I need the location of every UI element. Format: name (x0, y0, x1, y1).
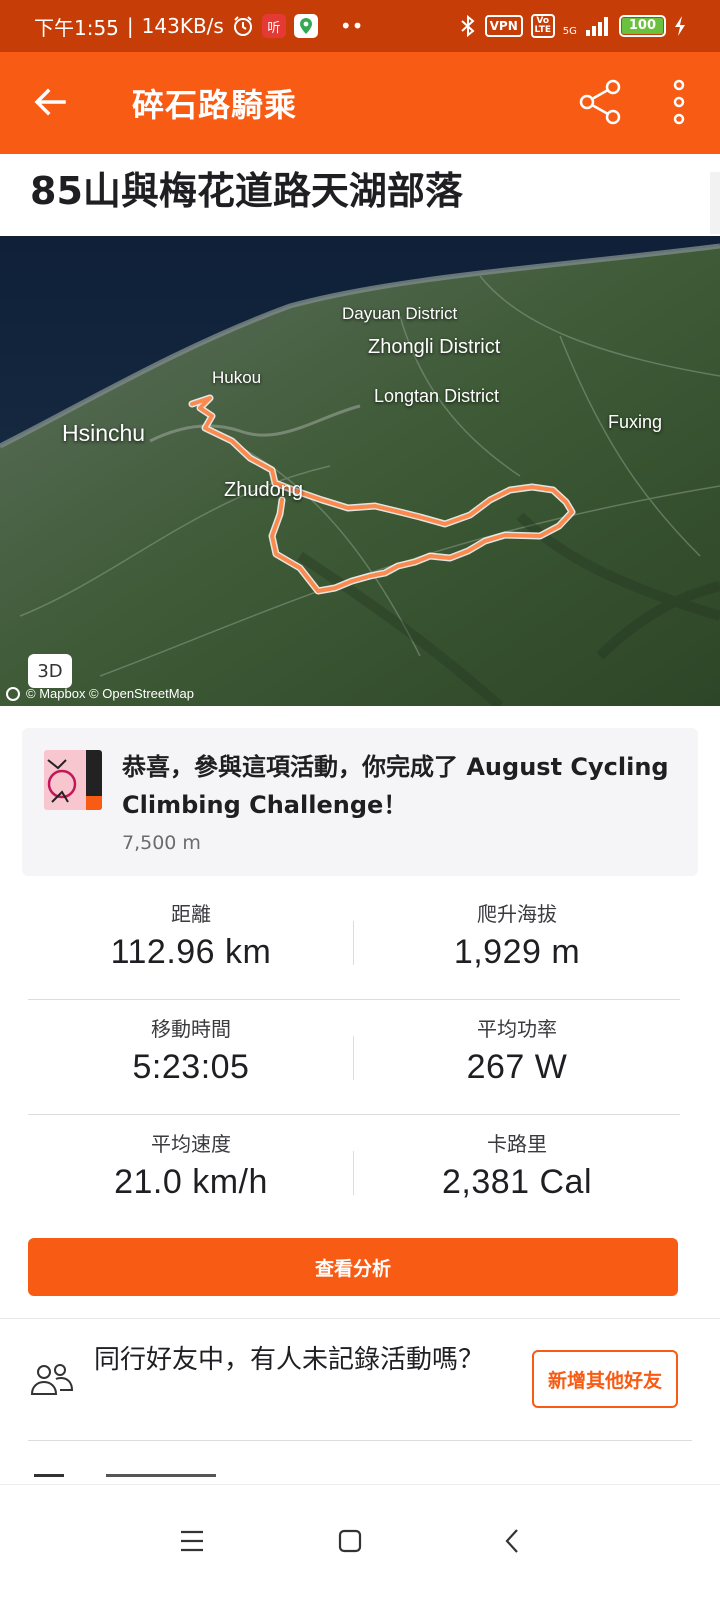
mapbox-logo-icon (6, 686, 20, 701)
scroll-indicator (710, 172, 720, 234)
badge-orange (86, 796, 102, 810)
system-nav-bar (0, 1484, 720, 1600)
battery-icon: 100 (618, 15, 666, 37)
partial-list-item[interactable] (30, 1470, 690, 1484)
signal-5g-label: 5G (562, 26, 577, 37)
map-label-zhudong: Zhudong (224, 479, 303, 501)
activity-title: 85山與梅花道路天湖部落 (30, 169, 463, 213)
stat-avg-speed: 平均速度 21.0 km/h (28, 1129, 354, 1202)
challenge-badge-icon (44, 750, 102, 810)
stats-grid: 距離 112.96 km 爬升海拔 1,929 m 移動時間 5:23:05 平… (28, 885, 680, 1230)
stats-row: 移動時間 5:23:05 平均功率 267 W (28, 1000, 680, 1115)
map-label-longtan: Longtan District (374, 386, 500, 406)
friends-prompt-text: 同行好友中，有人未記錄活動嗎？ (94, 1345, 485, 1375)
status-bar: 下午1:55 | 143KB/s 听 •• VPN Vo LTE 5G 100 (0, 0, 720, 52)
page-title: 碎石路騎乘 (132, 86, 298, 124)
vpn-icon: VPN (484, 15, 523, 37)
stat-distance: 距離 112.96 km (28, 899, 354, 972)
status-more-dots: •• (339, 14, 364, 38)
battery-level: 100 (621, 18, 663, 34)
stat-label: 平均功率 (477, 1017, 557, 1041)
status-time: 下午1:55 (34, 15, 119, 40)
challenge-subtitle: 7,500 m (122, 832, 201, 854)
add-friends-button[interactable]: 新增其他好友 (532, 1350, 678, 1408)
stat-label: 爬升海拔 (477, 902, 557, 926)
app-bar: 碎石路騎乘 (0, 52, 720, 154)
stat-value: 1,929 m (453, 933, 581, 971)
home-icon[interactable] (320, 1511, 380, 1571)
stats-row: 距離 112.96 km 爬升海拔 1,929 m (28, 885, 680, 1000)
map-label-zhongli: Zhongli District (368, 336, 501, 358)
stat-elevation: 爬升海拔 1,929 m (354, 899, 680, 972)
map-attribution[interactable]: © Mapbox © OpenStreetMap (6, 686, 194, 701)
divider (0, 1318, 720, 1319)
charging-icon (674, 15, 686, 37)
map-label-hsinchu: Hsinchu (62, 420, 146, 446)
map-3d-toggle[interactable]: 3D (28, 654, 72, 688)
map-label-hukou: Hukou (212, 368, 262, 387)
view-analysis-button[interactable]: 查看分析 (28, 1238, 678, 1296)
stat-value: 2,381 Cal (441, 1163, 593, 1201)
route-map[interactable]: Dayuan District Zhongli District Hukou L… (0, 236, 720, 706)
partial-item-text (106, 1474, 216, 1484)
map-label-fuxing: Fuxing (608, 412, 663, 432)
stat-avg-power: 平均功率 267 W (354, 1014, 680, 1087)
stat-value: 112.96 km (110, 933, 272, 971)
partial-item-icon (34, 1474, 64, 1484)
stat-label: 移動時間 (151, 1017, 231, 1041)
attribution-text: © Mapbox © OpenStreetMap (26, 686, 195, 701)
arrow-left-icon[interactable] (30, 82, 70, 122)
stat-value: 5:23:05 (132, 1048, 250, 1086)
challenge-card[interactable]: 恭喜，參與這項活動，你完成了 August Cycling Climbing C… (22, 728, 698, 876)
friends-icon (30, 1362, 74, 1398)
stat-value: 21.0 km/h (114, 1163, 268, 1201)
maps-app-icon (293, 14, 318, 38)
share-icon[interactable] (578, 78, 626, 126)
more-vertical-icon[interactable] (664, 78, 694, 126)
back-nav-icon[interactable] (482, 1511, 542, 1571)
stat-moving-time: 移動時間 5:23:05 (28, 1014, 354, 1087)
map-label-dayuan: Dayuan District (342, 304, 458, 323)
divider (28, 1440, 692, 1441)
listen-app-icon: 听 (261, 14, 286, 38)
stats-row: 平均速度 21.0 km/h 卡路里 2,381 Cal (28, 1115, 680, 1230)
bluetooth-icon (459, 14, 477, 38)
signal-bars-icon (585, 16, 611, 36)
network-speed: 143KB/s (141, 14, 224, 38)
menu-icon[interactable] (162, 1511, 222, 1571)
volte-icon: Vo LTE (530, 14, 555, 38)
challenge-text: 恭喜，參與這項活動，你完成了 August Cycling Climbing C… (122, 753, 669, 819)
status-separator: | (126, 14, 134, 38)
stat-calories: 卡路里 2,381 Cal (354, 1129, 680, 1202)
stat-label: 卡路里 (487, 1132, 547, 1156)
stat-value: 267 W (466, 1048, 568, 1086)
stat-label: 距離 (171, 902, 211, 926)
stat-label: 平均速度 (151, 1132, 231, 1156)
alarm-icon (232, 15, 254, 37)
